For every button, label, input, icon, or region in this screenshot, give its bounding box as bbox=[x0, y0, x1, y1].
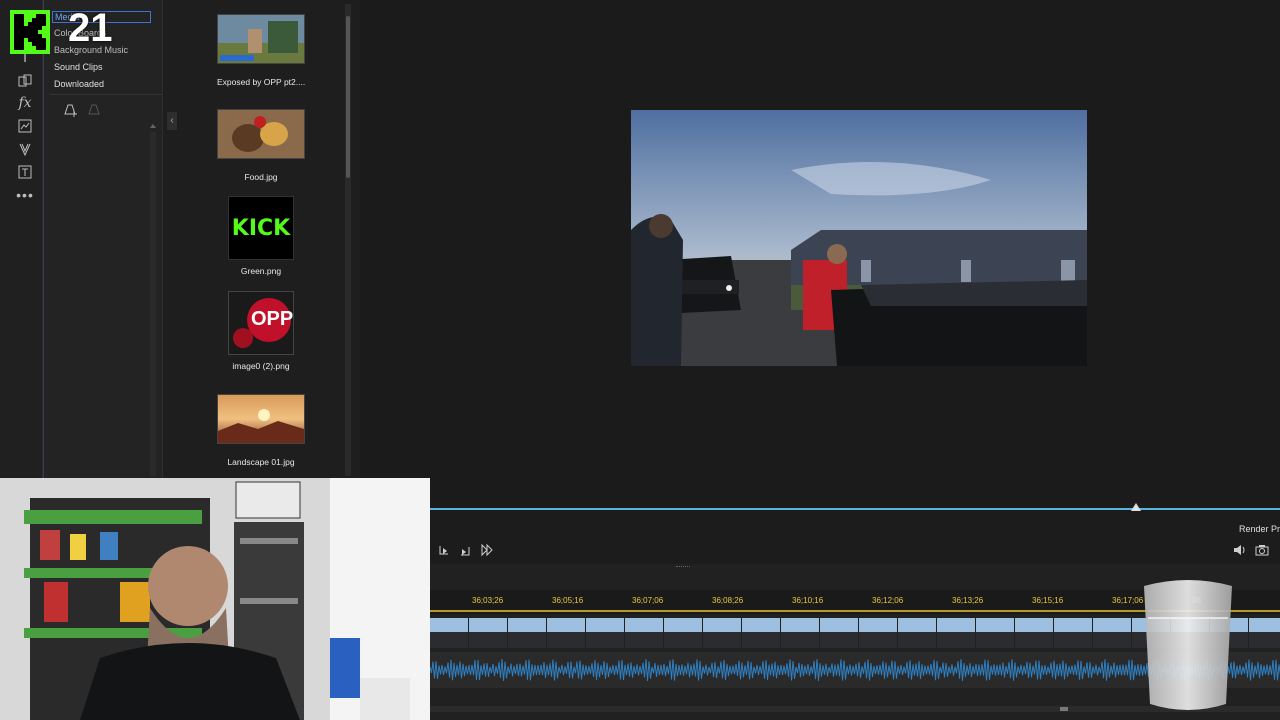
tree-item-downloaded[interactable]: Downloaded bbox=[54, 79, 104, 89]
transition-icon[interactable] bbox=[14, 72, 36, 90]
media-label: image0 (2).png bbox=[232, 361, 290, 371]
title-icon[interactable] bbox=[14, 163, 36, 181]
media-label: Food.jpg bbox=[244, 172, 278, 182]
overlay-icon[interactable] bbox=[14, 117, 36, 135]
ruler-tick-label: 36;12;06 bbox=[872, 596, 904, 605]
media-thumbnail bbox=[217, 109, 305, 159]
media-thumbnail: OPP bbox=[228, 291, 294, 355]
opp-logo-text: OPP bbox=[251, 308, 294, 330]
kick-logo-badge bbox=[10, 10, 50, 54]
ruler-tick-label: 36;07;06 bbox=[632, 596, 664, 605]
remove-folder-icon[interactable] bbox=[86, 102, 102, 123]
logo-number: 21 bbox=[68, 6, 113, 50]
progress-handle-icon[interactable] bbox=[1130, 503, 1141, 511]
media-item[interactable]: Food.jpg bbox=[217, 109, 305, 182]
media-thumbnail: KICK bbox=[228, 196, 294, 260]
playback-controls bbox=[430, 512, 1280, 564]
mark-in-icon[interactable] bbox=[438, 544, 450, 559]
volume-icon[interactable] bbox=[1233, 543, 1247, 562]
media-thumbnail bbox=[217, 394, 305, 444]
webcam-overlay bbox=[0, 478, 430, 720]
library-tree: Media Color Boards Background Music Soun… bbox=[43, 0, 202, 478]
next-frame-icon[interactable] bbox=[480, 543, 494, 562]
more-icon[interactable]: ••• bbox=[14, 186, 36, 204]
media-panel: ‹ Exposed by OPP pt2.... Food.jpg KICK G… bbox=[162, 0, 361, 478]
ruler-tick-label: 36;08;26 bbox=[712, 596, 744, 605]
preview-progress-bar[interactable] bbox=[430, 508, 1280, 510]
media-scrollbar-thumb[interactable] bbox=[346, 16, 350, 178]
media-thumbnail bbox=[217, 14, 305, 64]
tree-item-sound-clips[interactable]: Sound Clips bbox=[54, 62, 103, 72]
timeline-scroll-thumb[interactable] bbox=[1060, 707, 1068, 711]
media-label: Green.png bbox=[240, 266, 282, 276]
effects-icon[interactable]: fx bbox=[14, 94, 36, 112]
ruler-tick-label: 36;13;26 bbox=[952, 596, 984, 605]
kick-logo-text: KICK bbox=[231, 215, 291, 241]
tree-scrollbar[interactable] bbox=[150, 132, 156, 476]
media-item[interactable]: OPP image0 (2).png bbox=[217, 291, 305, 371]
ruler-tick-label: 36;15;16 bbox=[1032, 596, 1064, 605]
ruler-tick-label: 36;17;06 bbox=[1112, 596, 1144, 605]
add-folder-icon[interactable] bbox=[62, 102, 78, 121]
particle-icon[interactable] bbox=[14, 140, 36, 158]
media-item[interactable]: KICK Green.png bbox=[217, 196, 305, 276]
glass-cup-image bbox=[1142, 578, 1234, 712]
panel-resize-handle[interactable] bbox=[676, 566, 690, 569]
tree-scroll-up-icon[interactable] bbox=[150, 124, 156, 128]
ruler-tick-label: 36;10;16 bbox=[792, 596, 824, 605]
collapse-panel-icon[interactable]: ‹ bbox=[167, 112, 177, 130]
ruler-tick-label: 36;05;16 bbox=[552, 596, 584, 605]
icon-rail: T fx ••• bbox=[0, 0, 43, 478]
media-label: Exposed by OPP pt2.... bbox=[217, 77, 306, 87]
media-item[interactable]: Landscape 01.jpg bbox=[217, 394, 305, 467]
media-item[interactable]: Exposed by OPP pt2.... bbox=[217, 14, 305, 87]
render-preview-button[interactable]: Render Pr bbox=[1239, 524, 1280, 534]
mark-out-icon[interactable] bbox=[459, 544, 471, 562]
preview-video-frame[interactable] bbox=[631, 110, 1087, 366]
media-label: Landscape 01.jpg bbox=[227, 457, 295, 467]
ruler-tick-label: 36;03;26 bbox=[472, 596, 504, 605]
snapshot-icon[interactable] bbox=[1255, 543, 1269, 562]
